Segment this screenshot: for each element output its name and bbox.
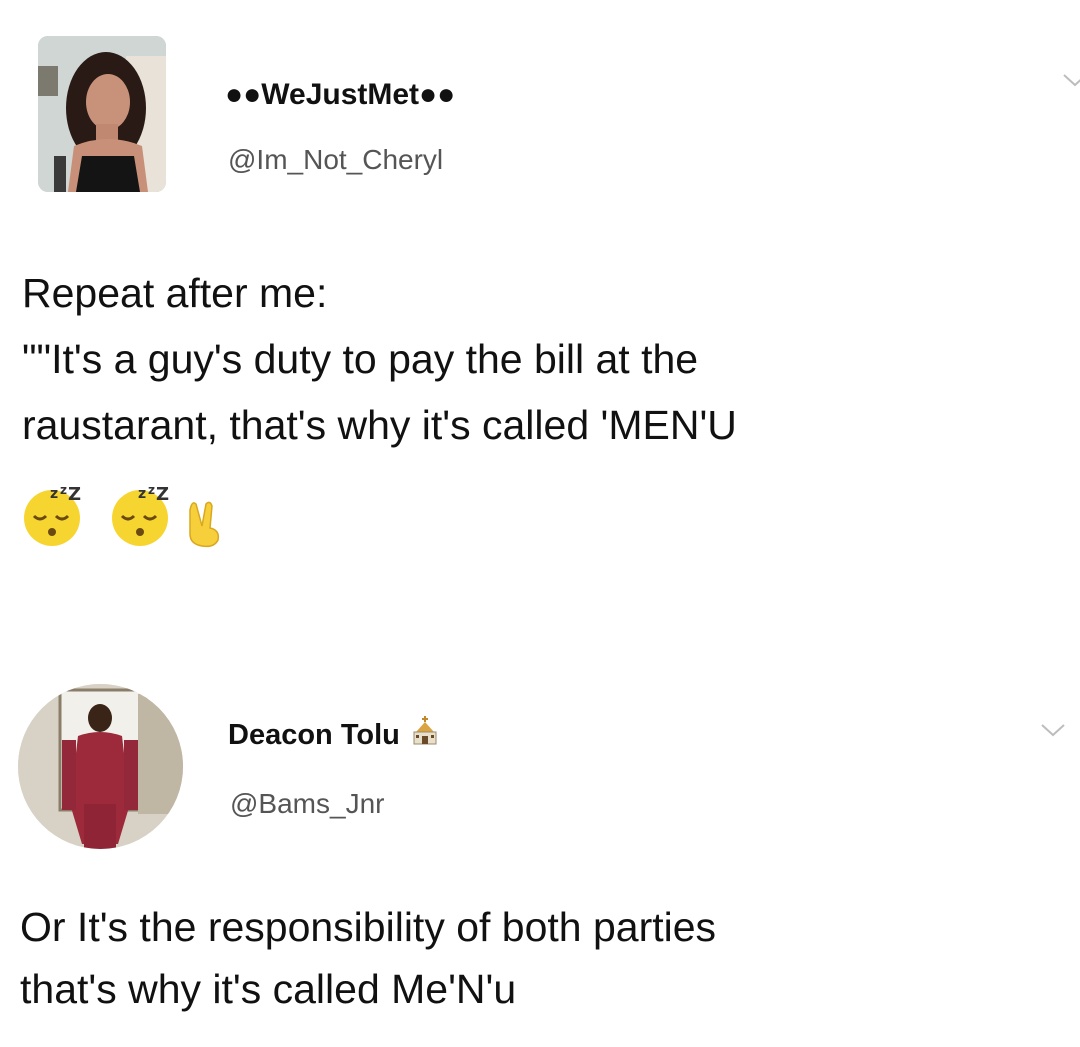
svg-text:z: z bbox=[60, 483, 67, 497]
avatar[interactable] bbox=[38, 36, 166, 192]
victory-hand-icon bbox=[189, 501, 220, 548]
svg-text:Z: Z bbox=[156, 484, 169, 505]
chevron-down-icon[interactable] bbox=[1040, 720, 1066, 740]
display-name[interactable]: ●●WeJustMet●● bbox=[225, 78, 455, 112]
tweet-text-line: raustarant, that's why it's called 'MEN'… bbox=[22, 402, 737, 448]
svg-text:z: z bbox=[148, 483, 155, 497]
church-icon bbox=[413, 716, 437, 745]
display-name[interactable]: Deacon Tolu bbox=[228, 714, 440, 752]
svg-text:z: z bbox=[138, 486, 146, 502]
emoji-row: z z Z z z Z bbox=[20, 480, 280, 550]
svg-text:Z: Z bbox=[68, 484, 81, 505]
tweet-text: Or It's the responsibility of both parti… bbox=[20, 896, 716, 1020]
tweet-text-line: Repeat after me: bbox=[22, 270, 328, 316]
avatar[interactable] bbox=[18, 684, 183, 849]
avatar-photo bbox=[38, 36, 166, 192]
user-handle[interactable]: @Bams_Jnr bbox=[230, 788, 384, 820]
sleeping-face-icon: z z Z bbox=[24, 483, 81, 546]
user-handle[interactable]: @Im_Not_Cheryl bbox=[228, 144, 443, 176]
chevron-down-icon[interactable] bbox=[1062, 70, 1080, 90]
tweet-text: Repeat after me: ""It's a guy's duty to … bbox=[22, 260, 737, 458]
tweet-text-line: ""It's a guy's duty to pay the bill at t… bbox=[22, 336, 699, 382]
avatar-photo bbox=[18, 684, 183, 849]
svg-text:z: z bbox=[50, 486, 58, 502]
tweet-text-line: Or It's the responsibility of both parti… bbox=[20, 904, 717, 950]
display-name-text: Deacon Tolu bbox=[228, 719, 400, 751]
sleeping-face-icon: z z Z bbox=[112, 483, 169, 546]
tweet-card: Deacon Tolu @Bams_Jnr Or It's the respon… bbox=[0, 640, 1080, 1047]
tweet-text-line: that's why it's called Me'N'u bbox=[20, 966, 517, 1012]
tweet-card: ●●WeJustMet●● @Im_Not_Cheryl Repeat afte… bbox=[0, 0, 1080, 600]
